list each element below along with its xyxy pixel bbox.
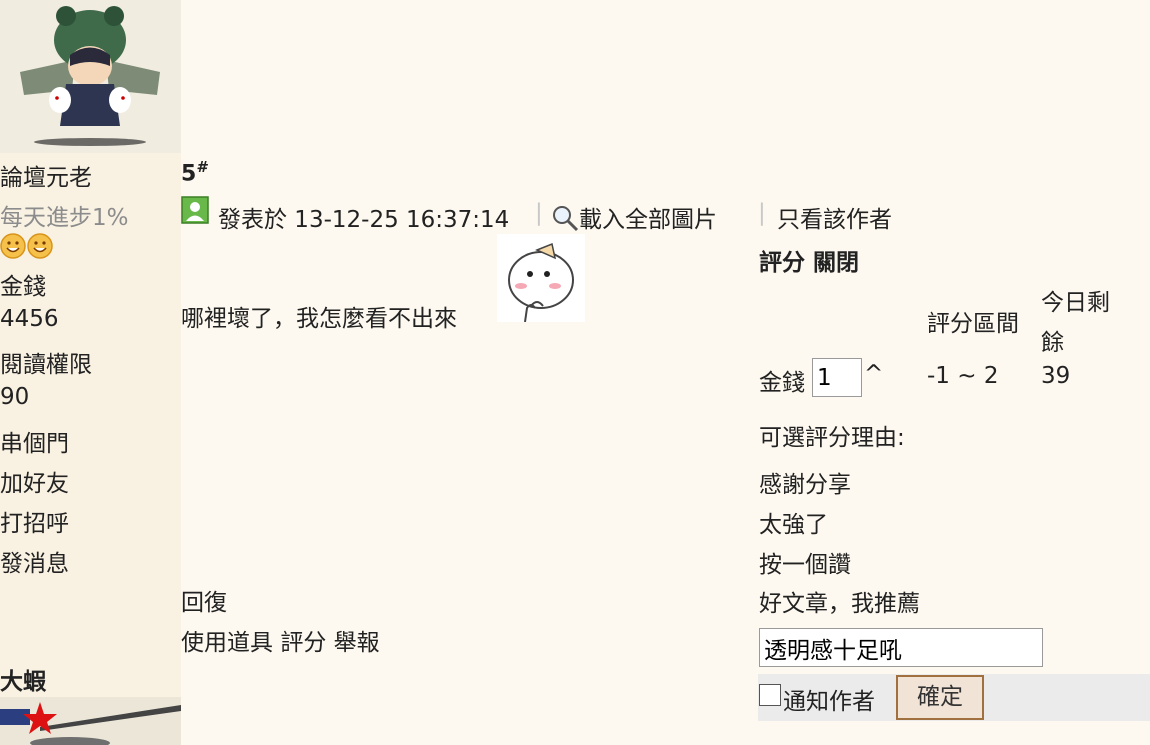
rate-reason-input[interactable] [759, 628, 1043, 667]
money-label: 金錢 [0, 274, 46, 300]
rate-close-button[interactable]: 關閉 [813, 250, 859, 276]
only-author-link[interactable]: 只看該作者 [777, 200, 892, 234]
load-images-label: 載入全部圖片 [579, 207, 717, 233]
notify-author-checkbox[interactable] [759, 684, 781, 706]
reply-link[interactable]: 回復 [181, 583, 227, 617]
post-tools: 使用道具 評分 舉報 [181, 623, 380, 657]
floor-number-text: 5 [181, 161, 197, 187]
rate-range-header: 評分區間 [927, 311, 1019, 337]
load-images-link[interactable]: 載入全部圖片 [551, 200, 717, 234]
online-status-icon [181, 196, 209, 230]
rate-reason-option[interactable]: 按一個讚 [759, 545, 851, 579]
floor-sup: # [196, 158, 207, 176]
rate-remain-header: 今日剩餘 [1041, 290, 1110, 356]
read-permission-value: 90 [0, 384, 30, 410]
user-motto: 每天進步1% [0, 205, 129, 231]
rate-range-value: -1 ~ 2 [927, 363, 999, 389]
add-friend-link[interactable]: 加好友 [0, 464, 69, 498]
rate-header: 評分 關閉 [759, 243, 859, 277]
next-user-avatar[interactable] [0, 697, 181, 745]
rate-reason-option[interactable]: 感謝分享 [759, 465, 851, 499]
rate-remain-value: 39 [1041, 363, 1071, 389]
rate-reasons-label: 可選評分理由: [759, 425, 905, 451]
notify-author-label[interactable]: 通知作者 [783, 682, 875, 716]
rate-title: 評分 [759, 250, 805, 276]
read-permission-label: 閱讀權限 [0, 352, 92, 378]
post-content: 哪裡壞了，我怎麼看不出來 [181, 306, 457, 332]
money-value: 4456 [0, 306, 59, 332]
smile-medal-icon [0, 233, 53, 259]
rate-score-dropdown-toggle[interactable]: ^ [864, 361, 883, 387]
rate-reason-option[interactable]: 太強了 [759, 505, 828, 539]
use-item-link[interactable]: 使用道具 [181, 630, 273, 656]
avatar-image [0, 0, 181, 153]
user-title: 論壇元老 [0, 165, 92, 191]
report-link[interactable]: 舉報 [334, 630, 380, 656]
rate-score-input[interactable] [812, 358, 862, 397]
rate-link[interactable]: 評分 [280, 630, 326, 656]
rate-reason-option[interactable]: 好文章，我推薦 [759, 584, 920, 618]
floor-number[interactable]: 5# [181, 158, 207, 186]
user-avatar[interactable] [0, 0, 181, 153]
rate-money-label: 金錢 [759, 370, 805, 396]
confirm-button[interactable]: 確定 [896, 675, 984, 720]
separator: | [758, 200, 766, 226]
thinking-emoticon [497, 234, 585, 328]
user-sidebar: 論壇元老 每天進步1% 金錢 4456 閱讀權限 90 串個門 加好友 打招呼 … [0, 0, 181, 745]
next-user-name[interactable]: 大蝦 [0, 662, 46, 696]
post-time: 發表於 13-12-25 16:37:14 [218, 207, 510, 233]
next-avatar-image [0, 697, 181, 745]
separator: | [535, 200, 543, 226]
visit-link[interactable]: 串個門 [0, 424, 69, 458]
magnifier-icon [553, 206, 579, 232]
medal-icons [0, 233, 56, 267]
greet-link[interactable]: 打招呼 [0, 504, 69, 538]
send-message-link[interactable]: 發消息 [0, 544, 69, 578]
